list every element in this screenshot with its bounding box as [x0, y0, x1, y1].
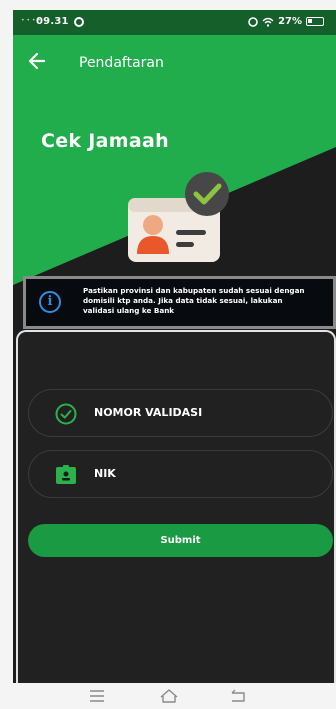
- app-bar: Pendaftaran: [13, 35, 336, 91]
- info-icon: i: [39, 291, 61, 313]
- info-text: Pastikan provinsi dan kabupaten sudah se…: [83, 286, 305, 315]
- nik-label: NIK: [94, 467, 116, 480]
- nik-field[interactable]: NIK: [28, 450, 333, 498]
- form-panel: NOMOR VALIDASI NIK Submit: [16, 330, 336, 683]
- status-bar: • • • • 09.31 27%: [13, 10, 336, 35]
- hero-heading: Cek Jamaah: [41, 130, 169, 152]
- id-badge-icon: [56, 465, 76, 484]
- page-title: Pendaftaran: [79, 55, 164, 71]
- home-icon[interactable]: [159, 688, 179, 704]
- id-card-check-icon: [125, 172, 235, 267]
- check-circle-icon: [55, 403, 77, 425]
- system-nav-bar: [0, 683, 336, 709]
- submit-button[interactable]: Submit: [28, 524, 333, 557]
- menu-icon[interactable]: [88, 688, 106, 704]
- arrow-left-icon[interactable]: [27, 51, 51, 75]
- info-notice: i Pastikan provinsi dan kabupaten sudah …: [23, 276, 336, 329]
- notification-icon: [74, 17, 84, 27]
- back-icon[interactable]: [229, 688, 247, 704]
- battery-percent: 27%: [278, 16, 302, 27]
- wifi-icon: [262, 17, 274, 27]
- nomor-validasi-label: NOMOR VALIDASI: [94, 406, 203, 419]
- alarm-icon: [248, 16, 258, 27]
- battery-icon: [306, 17, 324, 26]
- status-time: 09.31: [36, 16, 69, 27]
- app-screen: • • • • 09.31 27% Pendaftaran Cek Jamaah: [13, 10, 336, 683]
- nomor-validasi-field[interactable]: NOMOR VALIDASI: [28, 389, 333, 437]
